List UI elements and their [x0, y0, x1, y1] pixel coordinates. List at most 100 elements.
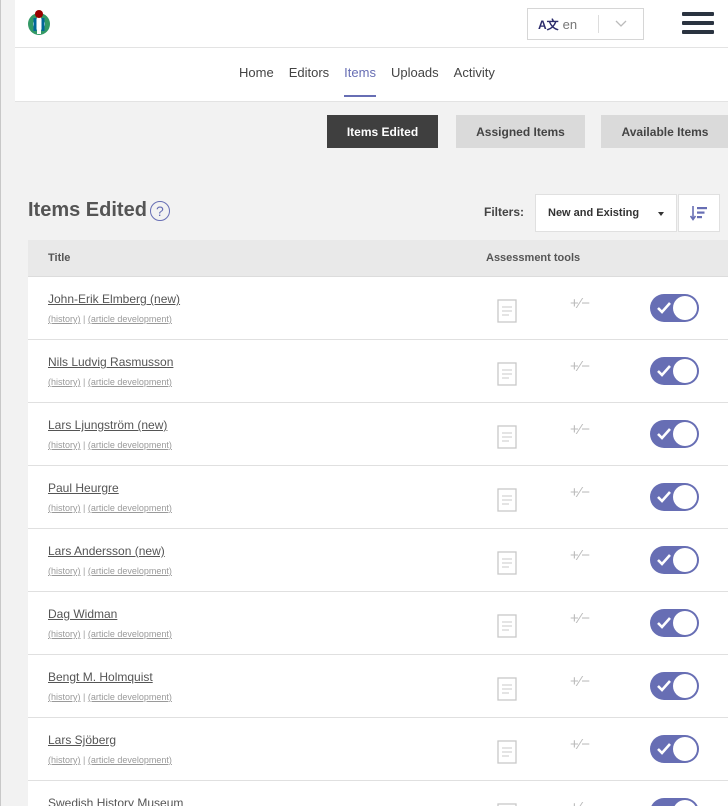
- item-title-link[interactable]: Bengt M. Holmquist: [48, 670, 153, 684]
- table-row: Lars Sjöberg (history) | (article develo…: [28, 718, 728, 781]
- include-toggle[interactable]: [650, 294, 699, 322]
- diff-icon[interactable]: +⁄−: [570, 295, 604, 321]
- toggle-knob: [673, 611, 697, 635]
- available-items-button[interactable]: Available Items: [601, 115, 728, 148]
- nav-bar: Home Editors Items Uploads Activity: [15, 48, 728, 102]
- article-development-link[interactable]: (article development): [88, 755, 172, 765]
- include-toggle[interactable]: [650, 546, 699, 574]
- main-nav: Home Editors Items Uploads Activity: [239, 65, 510, 97]
- item-title-link[interactable]: Lars Andersson (new): [48, 544, 165, 558]
- include-toggle[interactable]: [650, 609, 699, 637]
- menu-icon[interactable]: [682, 12, 714, 36]
- include-toggle[interactable]: [650, 357, 699, 385]
- history-link[interactable]: (history): [48, 314, 81, 324]
- item-links: (history) | (article development): [48, 440, 172, 450]
- article-development-link[interactable]: (article development): [88, 566, 172, 576]
- item-title-link[interactable]: Dag Widman: [48, 607, 117, 621]
- link-separator: |: [80, 629, 88, 639]
- check-icon: [657, 617, 671, 629]
- document-icon[interactable]: [497, 551, 517, 575]
- link-separator: |: [80, 755, 88, 765]
- item-title-link[interactable]: Lars Sjöberg: [48, 733, 116, 747]
- items-edited-button[interactable]: Items Edited: [327, 115, 438, 148]
- check-icon: [657, 680, 671, 692]
- article-development-link[interactable]: (article development): [88, 629, 172, 639]
- document-icon[interactable]: [497, 614, 517, 638]
- item-title-link[interactable]: John-Erik Elmberg (new): [48, 292, 180, 306]
- translate-icon: A文: [538, 17, 559, 32]
- toggle-knob: [673, 737, 697, 761]
- filters-label: Filters:: [484, 205, 525, 219]
- item-title-link[interactable]: Lars Ljungström (new): [48, 418, 167, 432]
- history-link[interactable]: (history): [48, 692, 81, 702]
- history-link[interactable]: (history): [48, 755, 81, 765]
- check-icon: [657, 743, 671, 755]
- history-link[interactable]: (history): [48, 440, 81, 450]
- document-icon[interactable]: [497, 362, 517, 386]
- page-title-text: Items Edited: [28, 199, 147, 221]
- history-link[interactable]: (history): [48, 503, 81, 513]
- language-selector[interactable]: A文 en: [527, 8, 644, 40]
- link-separator: |: [80, 314, 88, 324]
- diff-icon[interactable]: +⁄−: [570, 547, 604, 573]
- check-icon: [657, 428, 671, 440]
- nav-activity[interactable]: Activity: [454, 65, 495, 80]
- table-row: Dag Widman (history) | (article developm…: [28, 592, 728, 655]
- filter-select[interactable]: New and Existing: [535, 194, 677, 232]
- document-icon[interactable]: [497, 425, 517, 449]
- table-row: Bengt M. Holmquist (history) | (article …: [28, 655, 728, 718]
- link-separator: |: [80, 566, 88, 576]
- diff-icon[interactable]: +⁄−: [570, 673, 604, 699]
- article-development-link[interactable]: (article development): [88, 440, 172, 450]
- app-frame: A文 en Home Editors Items Uploads Activit…: [0, 0, 728, 806]
- article-development-link[interactable]: (article development): [88, 314, 172, 324]
- document-icon[interactable]: [497, 299, 517, 323]
- article-development-link[interactable]: (article development): [88, 503, 172, 513]
- item-links: (history) | (article development): [48, 503, 172, 513]
- assigned-items-button[interactable]: Assigned Items: [456, 115, 585, 148]
- wikimedia-logo-icon[interactable]: [25, 8, 53, 36]
- include-toggle[interactable]: [650, 420, 699, 448]
- item-links: (history) | (article development): [48, 692, 172, 702]
- nav-editors[interactable]: Editors: [289, 65, 329, 80]
- nav-home[interactable]: Home: [239, 65, 274, 80]
- diff-icon[interactable]: +⁄−: [570, 610, 604, 636]
- include-toggle[interactable]: [650, 735, 699, 763]
- nav-items[interactable]: Items: [344, 65, 376, 97]
- table-row: Swedish History Museum (history) | (arti…: [28, 781, 728, 806]
- sort-button[interactable]: [678, 194, 720, 232]
- table-row: Lars Ljungström (new) (history) | (artic…: [28, 403, 728, 466]
- diff-icon[interactable]: +⁄−: [570, 421, 604, 447]
- language-divider: [598, 15, 599, 33]
- history-link[interactable]: (history): [48, 566, 81, 576]
- toggle-knob: [673, 800, 697, 806]
- include-toggle[interactable]: [650, 798, 699, 806]
- diff-icon[interactable]: +⁄−: [570, 736, 604, 762]
- article-development-link[interactable]: (article development): [88, 377, 172, 387]
- toggle-knob: [673, 548, 697, 572]
- item-title-link[interactable]: Nils Ludvig Rasmusson: [48, 355, 173, 369]
- history-link[interactable]: (history): [48, 377, 81, 387]
- history-link[interactable]: (history): [48, 629, 81, 639]
- table-row: Lars Andersson (new) (history) | (articl…: [28, 529, 728, 592]
- chevron-down-icon[interactable]: [608, 15, 634, 33]
- link-separator: |: [80, 692, 88, 702]
- column-assessment-tools: Assessment tools: [486, 252, 581, 264]
- item-title-link[interactable]: Paul Heurgre: [48, 481, 119, 495]
- document-icon[interactable]: [497, 488, 517, 512]
- document-icon[interactable]: [497, 677, 517, 701]
- link-separator: |: [80, 503, 88, 513]
- item-links: (history) | (article development): [48, 314, 172, 324]
- item-title-link[interactable]: Swedish History Museum: [48, 796, 183, 806]
- toggle-knob: [673, 296, 697, 320]
- item-links: (history) | (article development): [48, 566, 172, 576]
- nav-uploads[interactable]: Uploads: [391, 65, 439, 80]
- article-development-link[interactable]: (article development): [88, 692, 172, 702]
- include-toggle[interactable]: [650, 672, 699, 700]
- diff-icon[interactable]: +⁄−: [570, 358, 604, 384]
- include-toggle[interactable]: [650, 483, 699, 511]
- help-icon[interactable]: ?: [149, 200, 170, 221]
- diff-icon[interactable]: +⁄−: [570, 799, 604, 806]
- diff-icon[interactable]: +⁄−: [570, 484, 604, 510]
- document-icon[interactable]: [497, 740, 517, 764]
